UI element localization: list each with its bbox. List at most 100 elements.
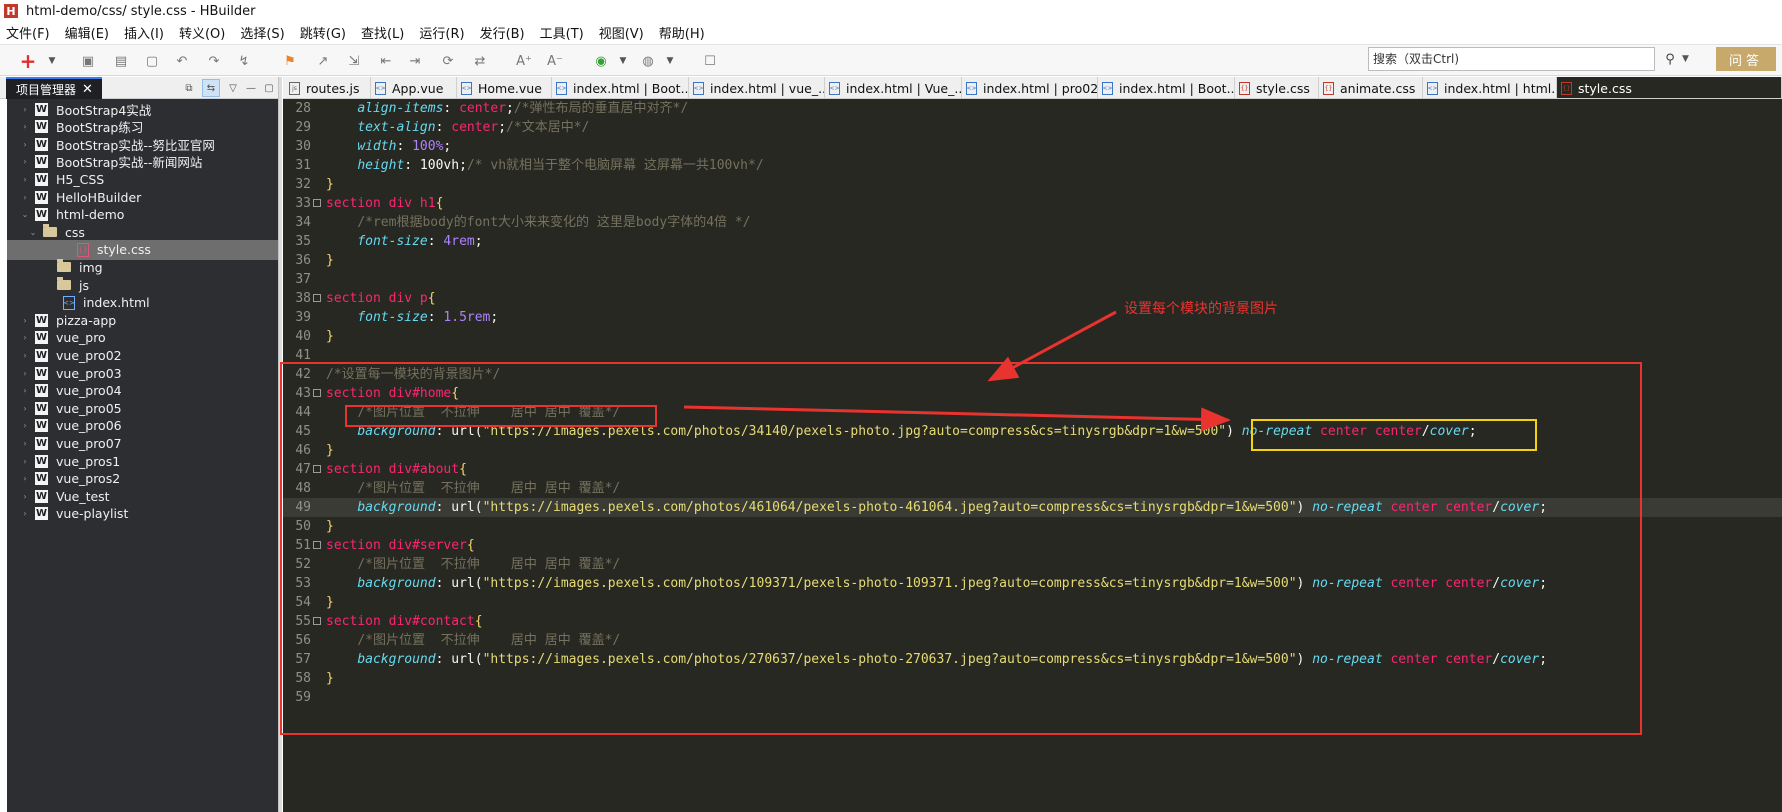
expand-chevron-icon[interactable]: › [21,333,29,342]
expand-chevron-icon[interactable]: › [21,386,29,395]
menu-item[interactable]: 运行(R) [419,23,464,42]
close-file-icon[interactable]: ▢ [142,51,162,71]
code-line[interactable]: 43 section div#home{ [283,384,1782,403]
code-line[interactable]: 29 text-align: center;/*文本居中*/ [283,118,1782,137]
editor-tab[interactable]: js routes.js [285,77,371,98]
expand-chevron-icon[interactable]: › [21,193,29,202]
code-line[interactable]: 40} [283,327,1782,346]
font-increase-icon[interactable]: A⁺ [514,51,534,71]
code-line[interactable]: 51 section div#server{ [283,536,1782,555]
fold-toggle-icon[interactable] [313,541,321,549]
fold-toggle-icon[interactable] [313,617,321,625]
link-editor-icon[interactable]: ⇆ [202,79,220,97]
minimize-icon[interactable]: — [242,79,260,97]
menu-item[interactable]: 发行(B) [480,23,525,42]
expand-chevron-icon[interactable]: › [21,404,29,413]
menu-item[interactable]: 工具(T) [540,23,584,42]
code-editor[interactable]: 28 align-items: center;/*弹性布局的垂直居中对齐*/29… [283,99,1782,812]
expand-chevron-icon[interactable]: › [21,351,29,360]
editor-tab[interactable]: <> index.html | pro02 [962,77,1098,98]
expand-chevron-icon[interactable]: › [21,421,29,430]
expand-chevron-icon[interactable]: › [21,105,29,114]
undo-icon[interactable]: ↶ [172,51,192,71]
menu-item[interactable]: 跳转(G) [300,23,346,42]
code-line[interactable]: 44 /*图片位置 不拉伸 居中 居中 覆盖*/ [283,403,1782,422]
expand-chevron-icon[interactable]: › [21,175,29,184]
code-line[interactable]: 57 background: url("https://images.pexel… [283,650,1782,669]
expand-chevron-icon[interactable]: › [21,140,29,149]
menu-item[interactable]: 编辑(E) [65,23,109,42]
code-line[interactable]: 37 [283,270,1782,289]
maximize-icon[interactable]: ▢ [260,79,278,97]
expand-chevron-icon[interactable]: › [21,474,29,483]
menu-item[interactable]: 转义(O) [179,23,225,42]
expand-chevron-icon[interactable]: › [21,492,29,501]
code-line[interactable]: 55 section div#contact{ [283,612,1782,631]
chat-icon[interactable]: ☐ [700,51,720,71]
format-icon[interactable]: ↯ [234,51,254,71]
code-line[interactable]: 33 section div h1{ [283,194,1782,213]
code-line[interactable]: 48 /*图片位置 不拉伸 居中 居中 覆盖*/ [283,479,1782,498]
code-line[interactable]: 30 width: 100%; [283,137,1782,156]
save-all-icon[interactable]: ▤ [111,51,131,71]
code-line[interactable]: 31 height: 100vh;/* vh就相当于整个电脑屏幕 这屏幕一共10… [283,156,1782,175]
tree-item[interactable]: › Wvue-playlist [7,504,278,524]
editor-tab[interactable]: <> index.html | vue_... [689,77,825,98]
code-line[interactable]: 49 background: url("https://images.pexel… [283,498,1782,517]
editor-tab[interactable]: {} style.css [1235,77,1319,98]
code-line[interactable]: 34 /*rem根据body的font大小来来变化的 这里是body字体的4倍 … [283,213,1782,232]
menu-item[interactable]: 选择(S) [240,23,284,42]
expand-chevron-icon[interactable]: › [21,369,29,378]
editor-tab[interactable]: <> Home.vue [457,77,552,98]
code-line[interactable]: 52 /*图片位置 不拉伸 居中 居中 覆盖*/ [283,555,1782,574]
run-dropdown-icon[interactable]: ▼ [617,51,629,71]
menu-item[interactable]: 帮助(H) [659,23,705,42]
expand-chevron-icon[interactable]: › [21,157,29,166]
code-line[interactable]: 32} [283,175,1782,194]
expand-chevron-icon[interactable]: ⌄ [29,228,37,237]
indent-right-icon[interactable]: ⇥ [405,51,425,71]
expand-chevron-icon[interactable]: › [21,439,29,448]
code-line[interactable]: 28 align-items: center;/*弹性布局的垂直居中对齐*/ [283,99,1782,118]
expand-chevron-icon[interactable]: › [21,316,29,325]
fold-toggle-icon[interactable] [313,389,321,397]
menu-item[interactable]: 视图(V) [599,23,644,42]
project-manager-tab[interactable]: 项目管理器 ✕ [6,77,102,99]
editor-tab[interactable]: <> index.html | Boot... [1098,77,1235,98]
code-line[interactable]: 59 [283,688,1782,707]
code-line[interactable]: 36} [283,251,1782,270]
editor-tab[interactable]: {} animate.css [1319,77,1423,98]
redo-icon[interactable]: ↷ [204,51,224,71]
code-line[interactable]: 54} [283,593,1782,612]
code-line[interactable]: 46} [283,441,1782,460]
new-dropdown-icon[interactable]: ▼ [46,51,58,71]
code-line[interactable]: 53 background: url("https://images.pexel… [283,574,1782,593]
compare-icon[interactable]: ⇄ [470,51,490,71]
refresh-icon[interactable]: ⟳ [438,51,458,71]
editor-tab[interactable]: <> App.vue [371,77,457,98]
close-icon[interactable]: ✕ [82,82,93,97]
ask-button[interactable]: 问答 [1716,47,1776,71]
fold-toggle-icon[interactable] [313,199,321,207]
expand-chevron-icon[interactable]: › [21,122,29,131]
browser-icon[interactable]: ◍ [638,51,658,71]
expand-chevron-icon[interactable]: ⌄ [21,210,29,219]
editor-tab[interactable]: <> index.html | Vue_... [825,77,962,98]
code-line[interactable]: 42 /*设置每一模块的背景图片*/ [283,365,1782,384]
browser-dropdown-icon[interactable]: ▼ [664,51,676,71]
editor-tab[interactable]: {} style.css [1557,77,1782,98]
menu-item[interactable]: 查找(L) [361,23,404,42]
code-line[interactable]: 56 /*图片位置 不拉伸 居中 居中 覆盖*/ [283,631,1782,650]
search-dropdown-icon[interactable]: ▼ [1682,49,1694,69]
code-line[interactable]: 45 background: url("https://images.pexel… [283,422,1782,441]
search-icon[interactable]: ⚲ [1660,49,1680,69]
expand-chevron-icon[interactable]: › [21,457,29,466]
collapse-all-icon[interactable]: ⧉ [180,79,198,97]
sidebar-splitter[interactable] [278,77,282,812]
run-icon[interactable]: ◉ [591,51,611,71]
save-icon[interactable]: ▣ [78,51,98,71]
code-line[interactable]: 38 section div p{ [283,289,1782,308]
code-line[interactable]: 47 section div#about{ [283,460,1782,479]
editor-tab[interactable]: <> index.html | Boot... [552,77,689,98]
code-line[interactable]: 35 font-size: 4rem; [283,232,1782,251]
